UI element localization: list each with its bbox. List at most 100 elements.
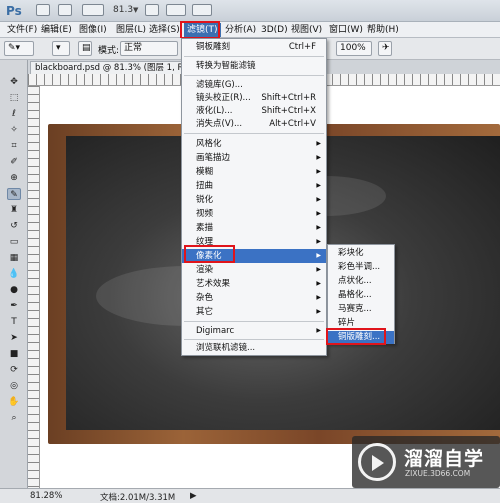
dodge-icon: ● <box>10 285 18 295</box>
render-item[interactable]: 渲染 ▶ <box>182 263 326 277</box>
status-zoom[interactable]: 81.28% <box>30 491 62 501</box>
submenu-arrow-icon: ▶ <box>316 252 321 259</box>
distort-item[interactable]: 扭曲 ▶ <box>182 179 326 193</box>
menu-edit[interactable]: 编辑(E) <box>38 23 75 37</box>
history-brush-tool[interactable]: ↺ <box>7 220 21 232</box>
menu-item-label: 镜头校正(R)... <box>196 93 251 103</box>
panel-icon: ▤ <box>82 43 91 53</box>
3d-camera-tool[interactable]: ◎ <box>7 380 21 392</box>
pixelate-submenu: 彩块化 彩色半调... 点状化... 晶格化... 马赛克... 碎片 铜版雕刻… <box>327 244 395 344</box>
brush-tool[interactable]: ✎ <box>7 188 21 200</box>
brush-strokes-item[interactable]: 画笔描边 ▶ <box>182 151 326 165</box>
move-tool[interactable]: ✥ <box>7 76 21 88</box>
clone-stamp-tool[interactable]: ♜ <box>7 204 21 216</box>
color-halftone-item[interactable]: 彩色半调... <box>328 261 394 274</box>
other-item[interactable]: 其它 ▶ <box>182 305 326 319</box>
view-extras-icon[interactable] <box>82 4 104 16</box>
lens-correction-item[interactable]: 镜头校正(R)... Shift+Ctrl+R <box>182 91 326 105</box>
dodge-tool[interactable]: ● <box>7 284 21 296</box>
path-select-tool[interactable]: ➤ <box>7 332 21 344</box>
hand-tool[interactable]: ✋ <box>7 396 21 408</box>
artistic-item[interactable]: 艺术效果 ▶ <box>182 277 326 291</box>
filter-gallery-item[interactable]: 滤镜库(G)... <box>182 78 326 92</box>
tool-preset-picker[interactable]: ✎▾ <box>4 41 34 56</box>
pointillize-item[interactable]: 点状化... <box>328 275 394 288</box>
eraser-tool[interactable]: ▭ <box>7 236 21 248</box>
healing-brush-tool[interactable]: ⊕ <box>7 172 21 184</box>
fragment-item[interactable]: 碎片 <box>328 317 394 330</box>
menu-filter[interactable]: 滤镜(T) <box>184 23 221 37</box>
zoom-tool[interactable]: ⌕ <box>7 412 21 424</box>
digimarc-item[interactable]: Digimarc ▶ <box>182 324 326 338</box>
convert-smart-filters-item[interactable]: 转换为智能滤镜 <box>182 59 326 73</box>
minibridge-icon[interactable] <box>58 4 72 16</box>
menu-file[interactable]: 文件(F) <box>4 23 40 37</box>
noise-item[interactable]: 杂色 ▶ <box>182 291 326 305</box>
brush-panel-toggle[interactable]: ▤ <box>78 41 92 56</box>
video-item[interactable]: 视频 ▶ <box>182 207 326 221</box>
browse-online-filters-item[interactable]: 浏览联机滤镜... <box>182 341 326 355</box>
vertical-ruler[interactable] <box>28 86 40 488</box>
crystallize-item[interactable]: 晶格化... <box>328 289 394 302</box>
3d-rotate-icon: ⟳ <box>10 365 18 375</box>
arrow-icon: ➤ <box>10 333 18 343</box>
texture-item[interactable]: 纹理 ▶ <box>182 235 326 249</box>
mezzotint-item[interactable]: 铜版雕刻... <box>328 331 394 344</box>
menu-item-label: 液化(L)... <box>196 106 233 116</box>
hand-tool-icon[interactable] <box>145 4 159 16</box>
3d-rotate-tool[interactable]: ⟳ <box>7 364 21 376</box>
chevron-down-icon[interactable]: ▼ <box>133 6 138 14</box>
arrange-documents-icon[interactable] <box>166 4 186 16</box>
document-size[interactable]: 文档:2.01M/3.31M <box>100 491 175 503</box>
mosaic-item[interactable]: 马赛克... <box>328 303 394 316</box>
gradient-tool[interactable]: ▦ <box>7 252 21 264</box>
blur-item[interactable]: 模糊 ▶ <box>182 165 326 179</box>
photoshop-logo: Ps <box>6 4 22 18</box>
menu-help[interactable]: 帮助(H) <box>364 23 402 37</box>
shortcut-label: Shift+Ctrl+X <box>261 106 316 116</box>
quick-select-tool[interactable]: ✧ <box>7 124 21 136</box>
document-tab[interactable]: blackboard.psd @ 81.3% (图层 1, RGB/8#) <box>30 61 190 74</box>
blur-tool[interactable]: 💧 <box>7 268 21 280</box>
menu-item-label: 杂色 <box>196 293 214 303</box>
sketch-item[interactable]: 素描 ▶ <box>182 221 326 235</box>
menu-item-label: 画笔描边 <box>196 153 231 163</box>
type-icon: T <box>11 317 17 327</box>
pixelate-item[interactable]: 像素化 ▶ <box>182 249 326 263</box>
brush-size-picker[interactable]: ▾ <box>52 41 70 56</box>
airbrush-toggle[interactable]: ✈ <box>378 41 392 56</box>
color-halftone-block-item[interactable]: 彩块化 <box>328 247 394 260</box>
wand-icon: ✧ <box>10 125 18 135</box>
stamp-icon: ♜ <box>9 205 19 215</box>
menu-3d[interactable]: 3D(D) <box>258 23 291 37</box>
screen-mode-icon[interactable] <box>192 4 212 16</box>
zoom-level[interactable]: 81.3 <box>113 5 133 15</box>
menu-item-label: 消失点(V)... <box>196 119 243 129</box>
sharpen-item[interactable]: 锐化 ▶ <box>182 193 326 207</box>
menu-analysis[interactable]: 分析(A) <box>222 23 259 37</box>
pen-tool[interactable]: ✒ <box>7 300 21 312</box>
stylize-item[interactable]: 风格化 ▶ <box>182 137 326 151</box>
type-tool[interactable]: T <box>7 316 21 328</box>
bridge-icon[interactable] <box>36 4 50 16</box>
lasso-tool[interactable]: ℓ <box>7 108 21 120</box>
blend-mode-select[interactable]: 正常 <box>120 41 178 56</box>
crop-tool[interactable]: ⌗ <box>7 140 21 152</box>
shape-tool[interactable]: ■ <box>7 348 21 360</box>
menu-layer[interactable]: 图层(L) <box>113 23 149 37</box>
eyedropper-tool[interactable]: ✐ <box>7 156 21 168</box>
shortcut-label: Alt+Ctrl+V <box>269 119 316 129</box>
submenu-arrow-icon: ▶ <box>316 154 321 161</box>
status-menu-arrow-icon[interactable]: ▶ <box>190 491 197 501</box>
menu-window[interactable]: 窗口(W) <box>326 23 366 37</box>
vanishing-point-item[interactable]: 消失点(V)... Alt+Ctrl+V <box>182 117 326 131</box>
liquify-item[interactable]: 液化(L)... Shift+Ctrl+X <box>182 104 326 118</box>
marquee-tool[interactable]: ⬚ <box>7 92 21 104</box>
menu-view[interactable]: 视图(V) <box>288 23 325 37</box>
menu-item-label: 锐化 <box>196 195 214 205</box>
menu-image[interactable]: 图像(I) <box>76 23 110 37</box>
move-icon: ✥ <box>10 77 18 87</box>
flow-input[interactable]: 100% <box>336 41 372 56</box>
last-filter-item[interactable]: 铜板雕刻 Ctrl+F <box>182 40 326 54</box>
menu-select[interactable]: 选择(S) <box>146 23 183 37</box>
